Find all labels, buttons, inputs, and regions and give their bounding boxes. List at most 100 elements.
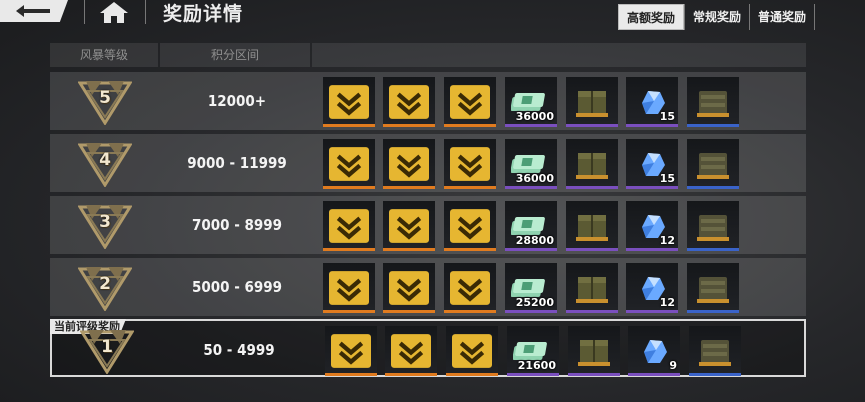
header-divider: [84, 0, 85, 24]
supply-box-icon: [578, 340, 610, 366]
reward-item[interactable]: [323, 77, 375, 127]
supply-crate-icon: [697, 153, 729, 179]
item-quantity: 12: [659, 234, 675, 247]
score-range: 50 - 4999: [203, 341, 275, 359]
header-bar: 奖励详情 高额奖励 常规奖励 普通奖励: [0, 0, 865, 30]
rank-emblem: 3: [78, 201, 132, 249]
reward-item[interactable]: 21600: [507, 326, 559, 376]
item-quantity: 12: [659, 296, 675, 309]
reward-item[interactable]: [383, 77, 435, 127]
reward-item[interactable]: [323, 201, 375, 251]
reward-item[interactable]: 25200: [505, 263, 557, 313]
supply-box-icon: [576, 153, 608, 179]
reward-row-rank-5: 5 12000+ 36000 15: [50, 72, 806, 130]
reward-item[interactable]: [566, 77, 618, 127]
reward-item[interactable]: 15: [626, 139, 678, 189]
column-header-rank: 风暴等级: [50, 43, 158, 67]
tab-normal-rewards[interactable]: 普通奖励: [749, 4, 816, 30]
blue-crystal-icon: [644, 340, 667, 363]
reward-item[interactable]: [444, 139, 496, 189]
tab-high-rewards[interactable]: 高额奖励: [618, 4, 685, 30]
rank-emblem: 2: [78, 263, 132, 311]
reward-item[interactable]: [444, 77, 496, 127]
chevron-badge-icon: [391, 334, 431, 368]
chevron-badge-icon: [329, 271, 369, 305]
item-quantity: 21600: [517, 359, 556, 372]
reward-item[interactable]: [383, 201, 435, 251]
tab-regular-rewards[interactable]: 常规奖励: [684, 4, 749, 30]
item-quantity: 36000: [515, 172, 554, 185]
rank-number: 1: [101, 337, 113, 357]
score-range: 7000 - 8999: [191, 216, 283, 234]
reward-item[interactable]: 12: [626, 263, 678, 313]
rank-emblem: 1: [80, 326, 134, 374]
reward-item[interactable]: [323, 263, 375, 313]
page-title: 奖励详情: [163, 3, 244, 25]
supply-crate-icon: [697, 215, 729, 241]
score-range: 12000+: [207, 92, 267, 110]
reward-row-rank-3: 3 7000 - 8999 28800 12: [50, 196, 806, 254]
chevron-badge-icon: [329, 209, 369, 243]
back-button[interactable]: [0, 0, 68, 22]
reward-item[interactable]: [687, 77, 739, 127]
reward-item[interactable]: [385, 326, 437, 376]
chevron-badge-icon: [389, 209, 429, 243]
reward-item[interactable]: 9: [628, 326, 680, 376]
reward-item[interactable]: [687, 263, 739, 313]
chevron-badge-icon: [450, 271, 490, 305]
reward-row-rank-2: 2 5000 - 6999 25200 12: [50, 258, 806, 316]
reward-item[interactable]: 36000: [505, 77, 557, 127]
rank-emblem: 5: [78, 77, 132, 125]
rank-number: 3: [99, 212, 111, 232]
reward-item[interactable]: 15: [626, 77, 678, 127]
reward-item[interactable]: [444, 201, 496, 251]
chevron-badge-icon: [452, 334, 492, 368]
reward-item[interactable]: [566, 139, 618, 189]
chevron-badge-icon: [389, 271, 429, 305]
item-quantity: 15: [659, 172, 675, 185]
supply-box-icon: [576, 277, 608, 303]
score-range: 5000 - 6999: [191, 278, 283, 296]
reward-item[interactable]: [323, 139, 375, 189]
reward-item[interactable]: 28800: [505, 201, 557, 251]
reward-item[interactable]: [568, 326, 620, 376]
supply-crate-icon: [699, 340, 731, 366]
reward-row-rank-4: 4 9000 - 11999 36000 15: [50, 134, 806, 192]
reward-item[interactable]: [566, 263, 618, 313]
reward-item[interactable]: [383, 139, 435, 189]
reward-row-rank-1: 当前评级奖励 1 50 - 4999 21600 9: [50, 319, 806, 377]
item-quantity: 15: [659, 110, 675, 123]
header-divider: [145, 0, 146, 24]
chevron-badge-icon: [331, 334, 371, 368]
score-range: 9000 - 11999: [187, 154, 287, 172]
supply-box-icon: [576, 215, 608, 241]
chevron-badge-icon: [450, 147, 490, 181]
home-icon[interactable]: [98, 0, 130, 24]
reward-item[interactable]: [687, 201, 739, 251]
chevron-badge-icon: [389, 85, 429, 119]
reward-item[interactable]: [446, 326, 498, 376]
back-arrow-icon: [16, 5, 50, 17]
supply-box-icon: [576, 91, 608, 117]
rank-number: 5: [99, 88, 111, 108]
chevron-badge-icon: [450, 85, 490, 119]
reward-item[interactable]: 12: [626, 201, 678, 251]
reward-item[interactable]: [689, 326, 741, 376]
reward-item[interactable]: [566, 201, 618, 251]
reward-item[interactable]: [687, 139, 739, 189]
reward-tabs: 高额奖励 常规奖励 普通奖励: [618, 4, 816, 30]
reward-item[interactable]: [325, 326, 377, 376]
item-quantity: 36000: [515, 110, 554, 123]
item-quantity: 28800: [515, 234, 554, 247]
item-quantity: 9: [669, 359, 677, 372]
supply-crate-icon: [697, 277, 729, 303]
column-header-rewards: [312, 43, 806, 67]
reward-item[interactable]: 36000: [505, 139, 557, 189]
chevron-badge-icon: [389, 147, 429, 181]
reward-item[interactable]: [383, 263, 435, 313]
rank-emblem: 4: [78, 139, 132, 187]
chevron-badge-icon: [329, 85, 369, 119]
reward-item[interactable]: [444, 263, 496, 313]
chevron-badge-icon: [450, 209, 490, 243]
rank-number: 2: [99, 274, 111, 294]
